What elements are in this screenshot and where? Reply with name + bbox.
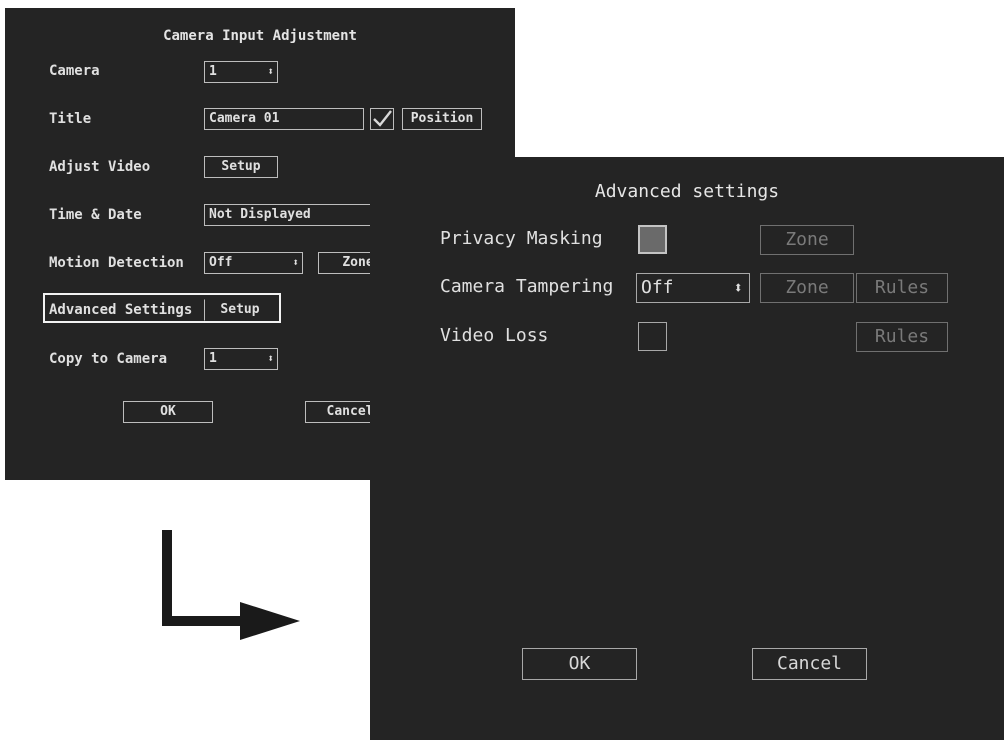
advanced-settings-setup-button[interactable]: Setup: [204, 299, 276, 321]
right-angle-arrow-icon: [162, 530, 300, 640]
tampering-rules-button[interactable]: Rules: [856, 273, 948, 303]
camera-tampering-label: Camera Tampering: [440, 276, 614, 297]
adjust-video-setup-button[interactable]: Setup: [204, 156, 278, 178]
up-down-arrows-icon: ⬍: [267, 65, 274, 78]
up-down-arrows-icon: ⬍: [292, 256, 299, 269]
privacy-masking-label: Privacy Masking: [440, 228, 603, 249]
ok-button[interactable]: OK: [123, 401, 213, 423]
time-date-select[interactable]: Not Displayed: [204, 204, 394, 226]
advanced-settings-label: Advanced Settings: [49, 302, 193, 318]
copy-to-camera-select[interactable]: 1 ⬍: [204, 348, 278, 370]
screenshot-stage: Camera Input Adjustment Camera 1 ⬍ Title…: [0, 0, 1004, 740]
video-loss-checkbox[interactable]: [638, 322, 667, 351]
dialog-title: Advanced settings: [594, 181, 780, 202]
motion-detection-value: Off: [209, 255, 233, 270]
camera-tampering-value: Off: [641, 277, 674, 298]
adjust-video-label: Adjust Video: [49, 159, 151, 175]
dialog-title: Camera Input Adjustment: [163, 28, 357, 44]
video-loss-label: Video Loss: [440, 325, 549, 346]
video-loss-rules-button[interactable]: Rules: [856, 322, 948, 352]
copy-to-camera-value: 1: [209, 351, 217, 366]
time-date-value: Not Displayed: [209, 207, 311, 222]
camera-select[interactable]: 1 ⬍: [204, 61, 278, 83]
title-display-checkbox[interactable]: [370, 108, 394, 130]
ok-button[interactable]: OK: [522, 648, 637, 680]
up-down-arrows-icon: ⬍: [733, 278, 743, 297]
advanced-settings-dialog: Advanced settings Privacy Masking Zone C…: [370, 157, 1004, 740]
title-label: Title: [49, 111, 92, 127]
privacy-zone-button[interactable]: Zone: [760, 225, 854, 255]
tampering-zone-button[interactable]: Zone: [760, 273, 854, 303]
camera-tampering-select[interactable]: Off ⬍: [636, 273, 750, 303]
camera-value: 1: [209, 64, 217, 79]
up-down-arrows-icon: ⬍: [267, 352, 274, 365]
position-button[interactable]: Position: [402, 108, 482, 130]
time-date-label: Time & Date: [49, 207, 142, 223]
title-value: Camera 01: [209, 111, 280, 126]
motion-detection-select[interactable]: Off ⬍: [204, 252, 303, 274]
cancel-button[interactable]: Cancel: [752, 648, 867, 680]
copy-to-camera-label: Copy to Camera: [49, 351, 168, 367]
camera-label: Camera: [49, 63, 100, 79]
privacy-masking-checkbox[interactable]: [638, 225, 667, 254]
title-input[interactable]: Camera 01: [204, 108, 364, 130]
motion-detection-label: Motion Detection: [49, 255, 184, 271]
checkmark-icon: [373, 110, 392, 127]
